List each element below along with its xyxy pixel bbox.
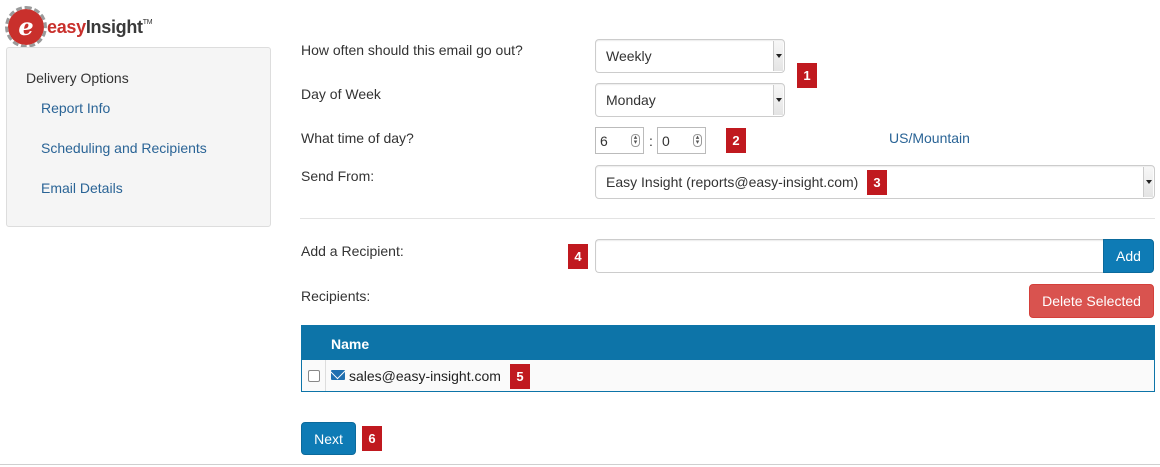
column-header-name[interactable]: Name xyxy=(331,336,369,352)
day-of-week-label: Day of Week xyxy=(301,86,381,102)
next-button[interactable]: Next xyxy=(301,422,356,455)
recipient-email: sales@easy-insight.com xyxy=(349,368,501,384)
chevron-down-icon xyxy=(773,41,783,71)
recipients-label: Recipients: xyxy=(301,288,371,304)
sidebar-item-scheduling-and-recipients[interactable]: Scheduling and Recipients xyxy=(41,140,207,156)
easy-insight-logo: e easyInsightTM xyxy=(5,6,153,48)
row-checkbox[interactable] xyxy=(307,369,320,382)
callout-badge-1: 1 xyxy=(797,63,817,88)
add-recipient-label: Add a Recipient: xyxy=(301,243,404,259)
frequency-select[interactable]: Weekly xyxy=(595,39,785,73)
callout-badge-3: 3 xyxy=(867,170,887,195)
frequency-value: Weekly xyxy=(606,48,652,64)
sidebar: Delivery Options Report Info Scheduling … xyxy=(6,47,271,227)
logo-icon: e xyxy=(5,6,47,48)
send-from-value: Easy Insight (reports@easy-insight.com) xyxy=(606,174,859,190)
add-recipient-button[interactable]: Add xyxy=(1103,239,1154,273)
day-of-week-value: Monday xyxy=(606,92,656,108)
logo-text: easyInsightTM xyxy=(47,16,153,37)
recipients-table: Name sales@easy-insight.com xyxy=(301,325,1155,392)
hour-value: 6 xyxy=(600,132,608,149)
spinner-icon[interactable]: ▴ ▾ xyxy=(631,134,640,147)
table-row[interactable]: sales@easy-insight.com xyxy=(302,360,1154,391)
time-separator: : xyxy=(649,133,653,149)
chevron-down-icon xyxy=(1143,167,1153,197)
time-of-day-label: What time of day? xyxy=(301,130,414,146)
callout-badge-2: 2 xyxy=(726,128,746,153)
sidebar-item-email-details[interactable]: Email Details xyxy=(41,180,123,196)
callout-badge-4: 4 xyxy=(568,244,588,269)
send-from-label: Send From: xyxy=(301,168,375,184)
delete-selected-button[interactable]: Delete Selected xyxy=(1029,284,1154,318)
footer-divider xyxy=(0,464,1160,465)
row-check-cell xyxy=(302,360,326,391)
hour-stepper[interactable]: 6 ▴ ▾ xyxy=(595,127,644,154)
sidebar-item-report-info[interactable]: Report Info xyxy=(41,100,110,116)
callout-badge-6: 6 xyxy=(362,426,382,451)
day-of-week-select[interactable]: Monday xyxy=(595,83,785,117)
mail-icon xyxy=(331,370,345,380)
timezone-label: US/Mountain xyxy=(889,130,970,146)
frequency-label: How often should this email go out? xyxy=(301,42,523,58)
minute-value: 0 xyxy=(662,132,670,149)
minute-stepper[interactable]: 0 ▴ ▾ xyxy=(657,127,706,154)
chevron-down-icon xyxy=(773,85,783,115)
callout-badge-5: 5 xyxy=(510,364,530,389)
section-divider xyxy=(300,218,1155,219)
table-header: Name xyxy=(302,326,1154,360)
spinner-icon[interactable]: ▴ ▾ xyxy=(693,134,702,147)
recipient-email-input[interactable] xyxy=(595,239,1104,273)
sidebar-heading: Delivery Options xyxy=(26,70,129,86)
